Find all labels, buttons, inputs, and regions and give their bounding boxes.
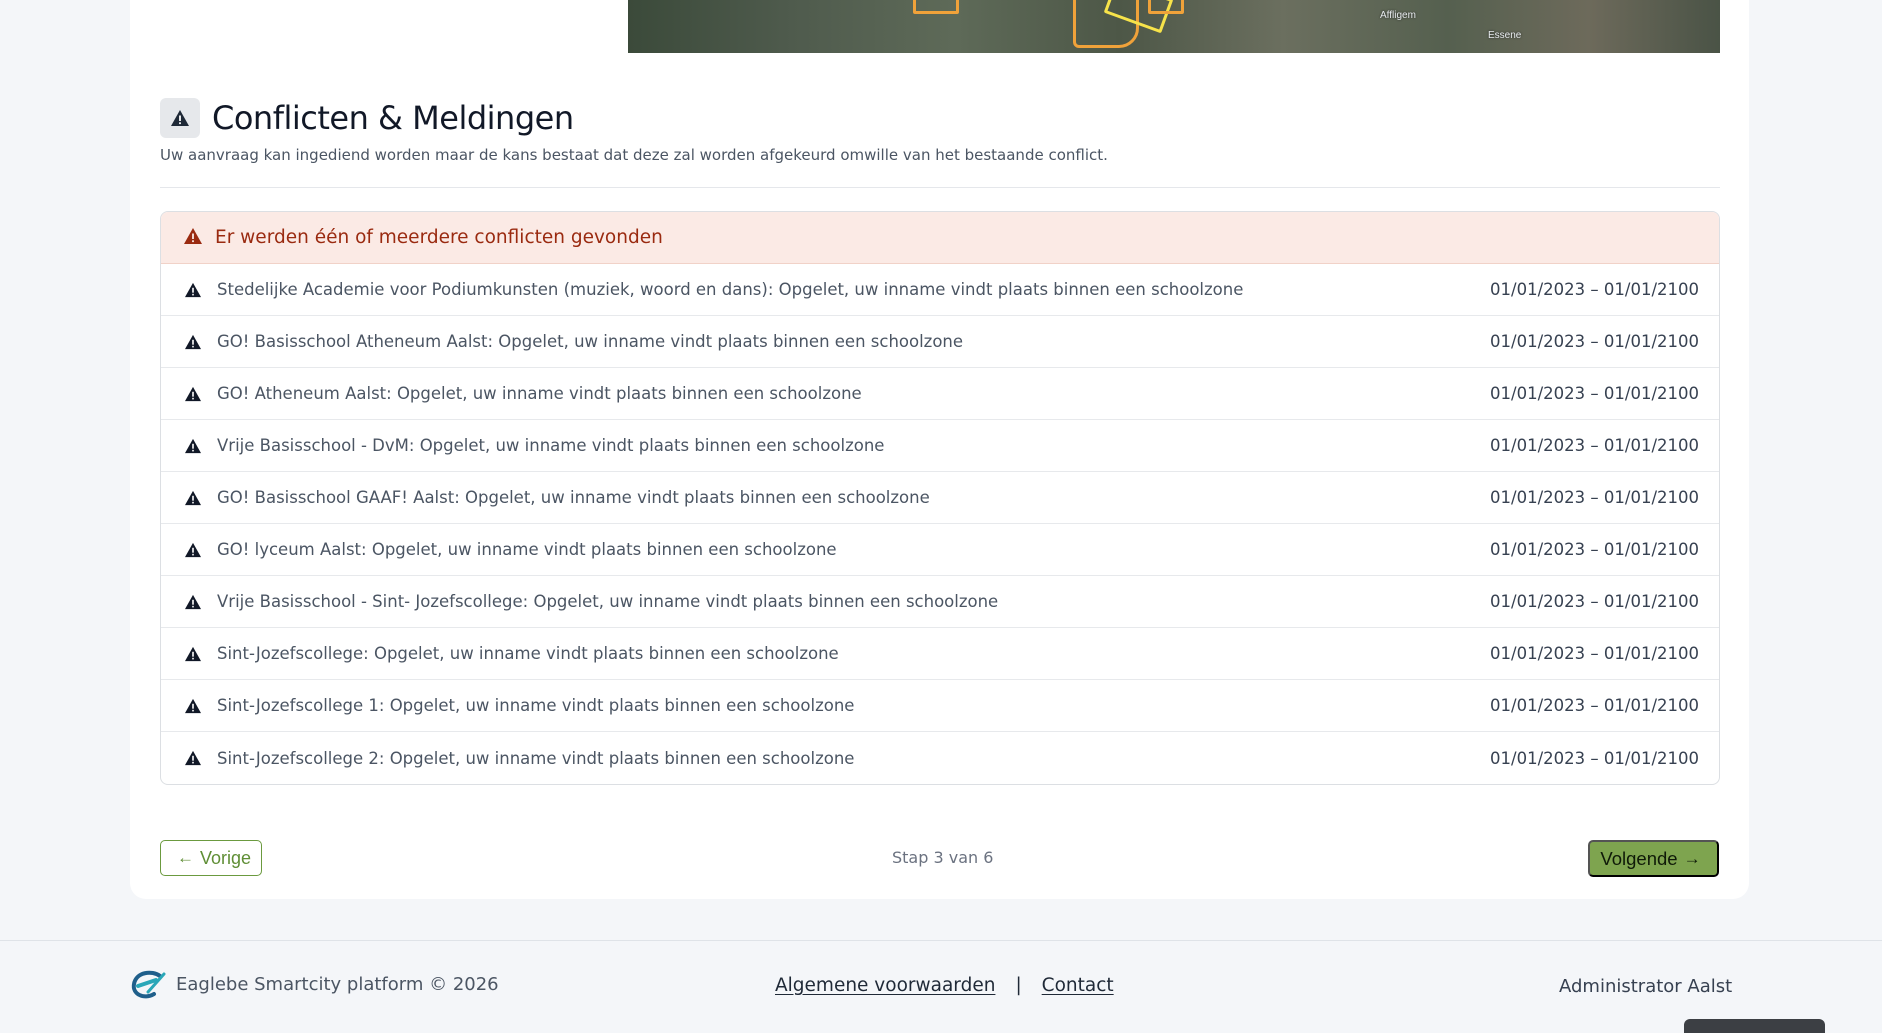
conflict-alert-title: Er werden één of meerdere conflicten gev… xyxy=(215,227,663,248)
warning-icon xyxy=(183,644,203,664)
map-label: Affligem xyxy=(1380,10,1416,21)
conflict-date-range: 01/01/2023 – 01/01/2100 xyxy=(1490,436,1699,455)
terms-link[interactable]: Algemene voorwaarden xyxy=(775,975,995,996)
warning-icon xyxy=(183,384,203,404)
conflict-list: Stedelijke Academie voor Podiumkunsten (… xyxy=(161,264,1719,784)
footer-links: Algemene voorwaarden | Contact xyxy=(775,975,1114,996)
conflict-text: Stedelijke Academie voor Podiumkunsten (… xyxy=(217,280,1244,299)
conflict-row: GO! Atheneum Aalst: Opgelet, uw inname v… xyxy=(161,368,1719,420)
conflict-row: Vrije Basisschool - DvM: Opgelet, uw inn… xyxy=(161,420,1719,472)
conflict-text: GO! Basisschool GAAF! Aalst: Opgelet, uw… xyxy=(217,488,930,507)
conflict-date-range: 01/01/2023 – 01/01/2100 xyxy=(1490,644,1699,663)
warning-icon xyxy=(183,592,203,612)
conflict-text: GO! Basisschool Atheneum Aalst: Opgelet,… xyxy=(217,332,964,351)
previous-button-label: Vorige xyxy=(199,847,252,868)
conflict-row: Sint-Jozefscollege: Opgelet, uw inname v… xyxy=(161,628,1719,680)
warning-icon xyxy=(183,436,203,456)
map-label: Essene xyxy=(1488,30,1522,41)
previous-button[interactable]: ← Vorige xyxy=(160,840,262,876)
conflict-row: GO! Basisschool GAAF! Aalst: Opgelet, uw… xyxy=(161,472,1719,524)
footer-divider xyxy=(0,940,1882,941)
conflict-row: Stedelijke Academie voor Podiumkunsten (… xyxy=(161,264,1719,316)
conflict-date-range: 01/01/2023 – 01/01/2100 xyxy=(1490,748,1699,768)
conflict-row: Vrije Basisschool - Sint- Jozefscollege:… xyxy=(161,576,1719,628)
footer-separator: | xyxy=(1015,975,1022,996)
conflict-date-range: 01/01/2023 – 01/01/2100 xyxy=(1490,592,1699,611)
conflict-row: Sint-Jozefscollege 1: Opgelet, uw inname… xyxy=(161,680,1719,732)
conflict-text: Sint-Jozefscollege: Opgelet, uw inname v… xyxy=(217,644,839,663)
next-button[interactable]: Volgende → xyxy=(1588,840,1719,877)
contact-link[interactable]: Contact xyxy=(1042,975,1114,996)
map-preview[interactable]: Affligem Essene xyxy=(628,0,1720,53)
conflict-date-range: 01/01/2023 – 01/01/2100 xyxy=(1490,280,1699,299)
conflict-row: GO! lyceum Aalst: Opgelet, uw inname vin… xyxy=(161,524,1719,576)
conflict-text: Sint-Jozefscollege 1: Opgelet, uw inname… xyxy=(217,696,855,715)
warning-icon xyxy=(183,748,203,768)
conflict-date-range: 01/01/2023 – 01/01/2100 xyxy=(1490,332,1699,351)
conflict-date-range: 01/01/2023 – 01/01/2100 xyxy=(1490,384,1699,403)
warning-icon xyxy=(183,280,203,300)
conflict-panel: Er werden één of meerdere conflicten gev… xyxy=(160,211,1720,785)
map-zone-outline xyxy=(913,0,959,14)
conflict-row: GO! Basisschool Atheneum Aalst: Opgelet,… xyxy=(161,316,1719,368)
next-button-label: Volgende xyxy=(1600,847,1678,869)
eaglebe-logo-icon xyxy=(130,970,166,1000)
section-subtitle: Uw aanvraag kan ingediend worden maar de… xyxy=(160,146,1108,164)
divider xyxy=(160,187,1720,188)
conflict-alert-header: Er werden één of meerdere conflicten gev… xyxy=(161,212,1719,264)
map-zone-outline xyxy=(1148,0,1184,14)
warning-icon xyxy=(183,696,203,716)
section-header: Conflicten & Meldingen xyxy=(160,98,574,138)
conflict-date-range: 01/01/2023 – 01/01/2100 xyxy=(1490,540,1699,559)
alert-warning-icon xyxy=(183,227,203,249)
conflict-text: GO! lyceum Aalst: Opgelet, uw inname vin… xyxy=(217,540,837,559)
page-title: Conflicten & Meldingen xyxy=(212,99,574,137)
conflict-text: Vrije Basisschool - DvM: Opgelet, uw inn… xyxy=(217,436,885,455)
conflict-text: Vrije Basisschool - Sint- Jozefscollege:… xyxy=(217,592,999,611)
conflict-text: Sint-Jozefscollege 2: Opgelet, uw inname… xyxy=(217,748,855,768)
conflict-date-range: 01/01/2023 – 01/01/2100 xyxy=(1490,696,1699,715)
arrow-right-icon: → xyxy=(1683,848,1701,868)
current-user[interactable]: Administrator Aalst xyxy=(1559,976,1732,997)
warning-icon xyxy=(183,540,203,560)
conflict-row: Sint-Jozefscollege 2: Opgelet, uw inname… xyxy=(161,732,1719,784)
conflict-date-range: 01/01/2023 – 01/01/2100 xyxy=(1490,488,1699,507)
step-indicator: Stap 3 van 6 xyxy=(892,848,994,867)
arrow-left-icon: ← xyxy=(176,848,194,867)
warning-icon xyxy=(183,488,203,508)
warning-icon xyxy=(183,332,203,352)
footer-brand: Eaglebe Smartcity platform © 2026 xyxy=(176,974,499,995)
floating-tab[interactable] xyxy=(1684,1019,1825,1033)
warning-icon xyxy=(160,98,200,138)
conflict-text: GO! Atheneum Aalst: Opgelet, uw inname v… xyxy=(217,384,862,403)
